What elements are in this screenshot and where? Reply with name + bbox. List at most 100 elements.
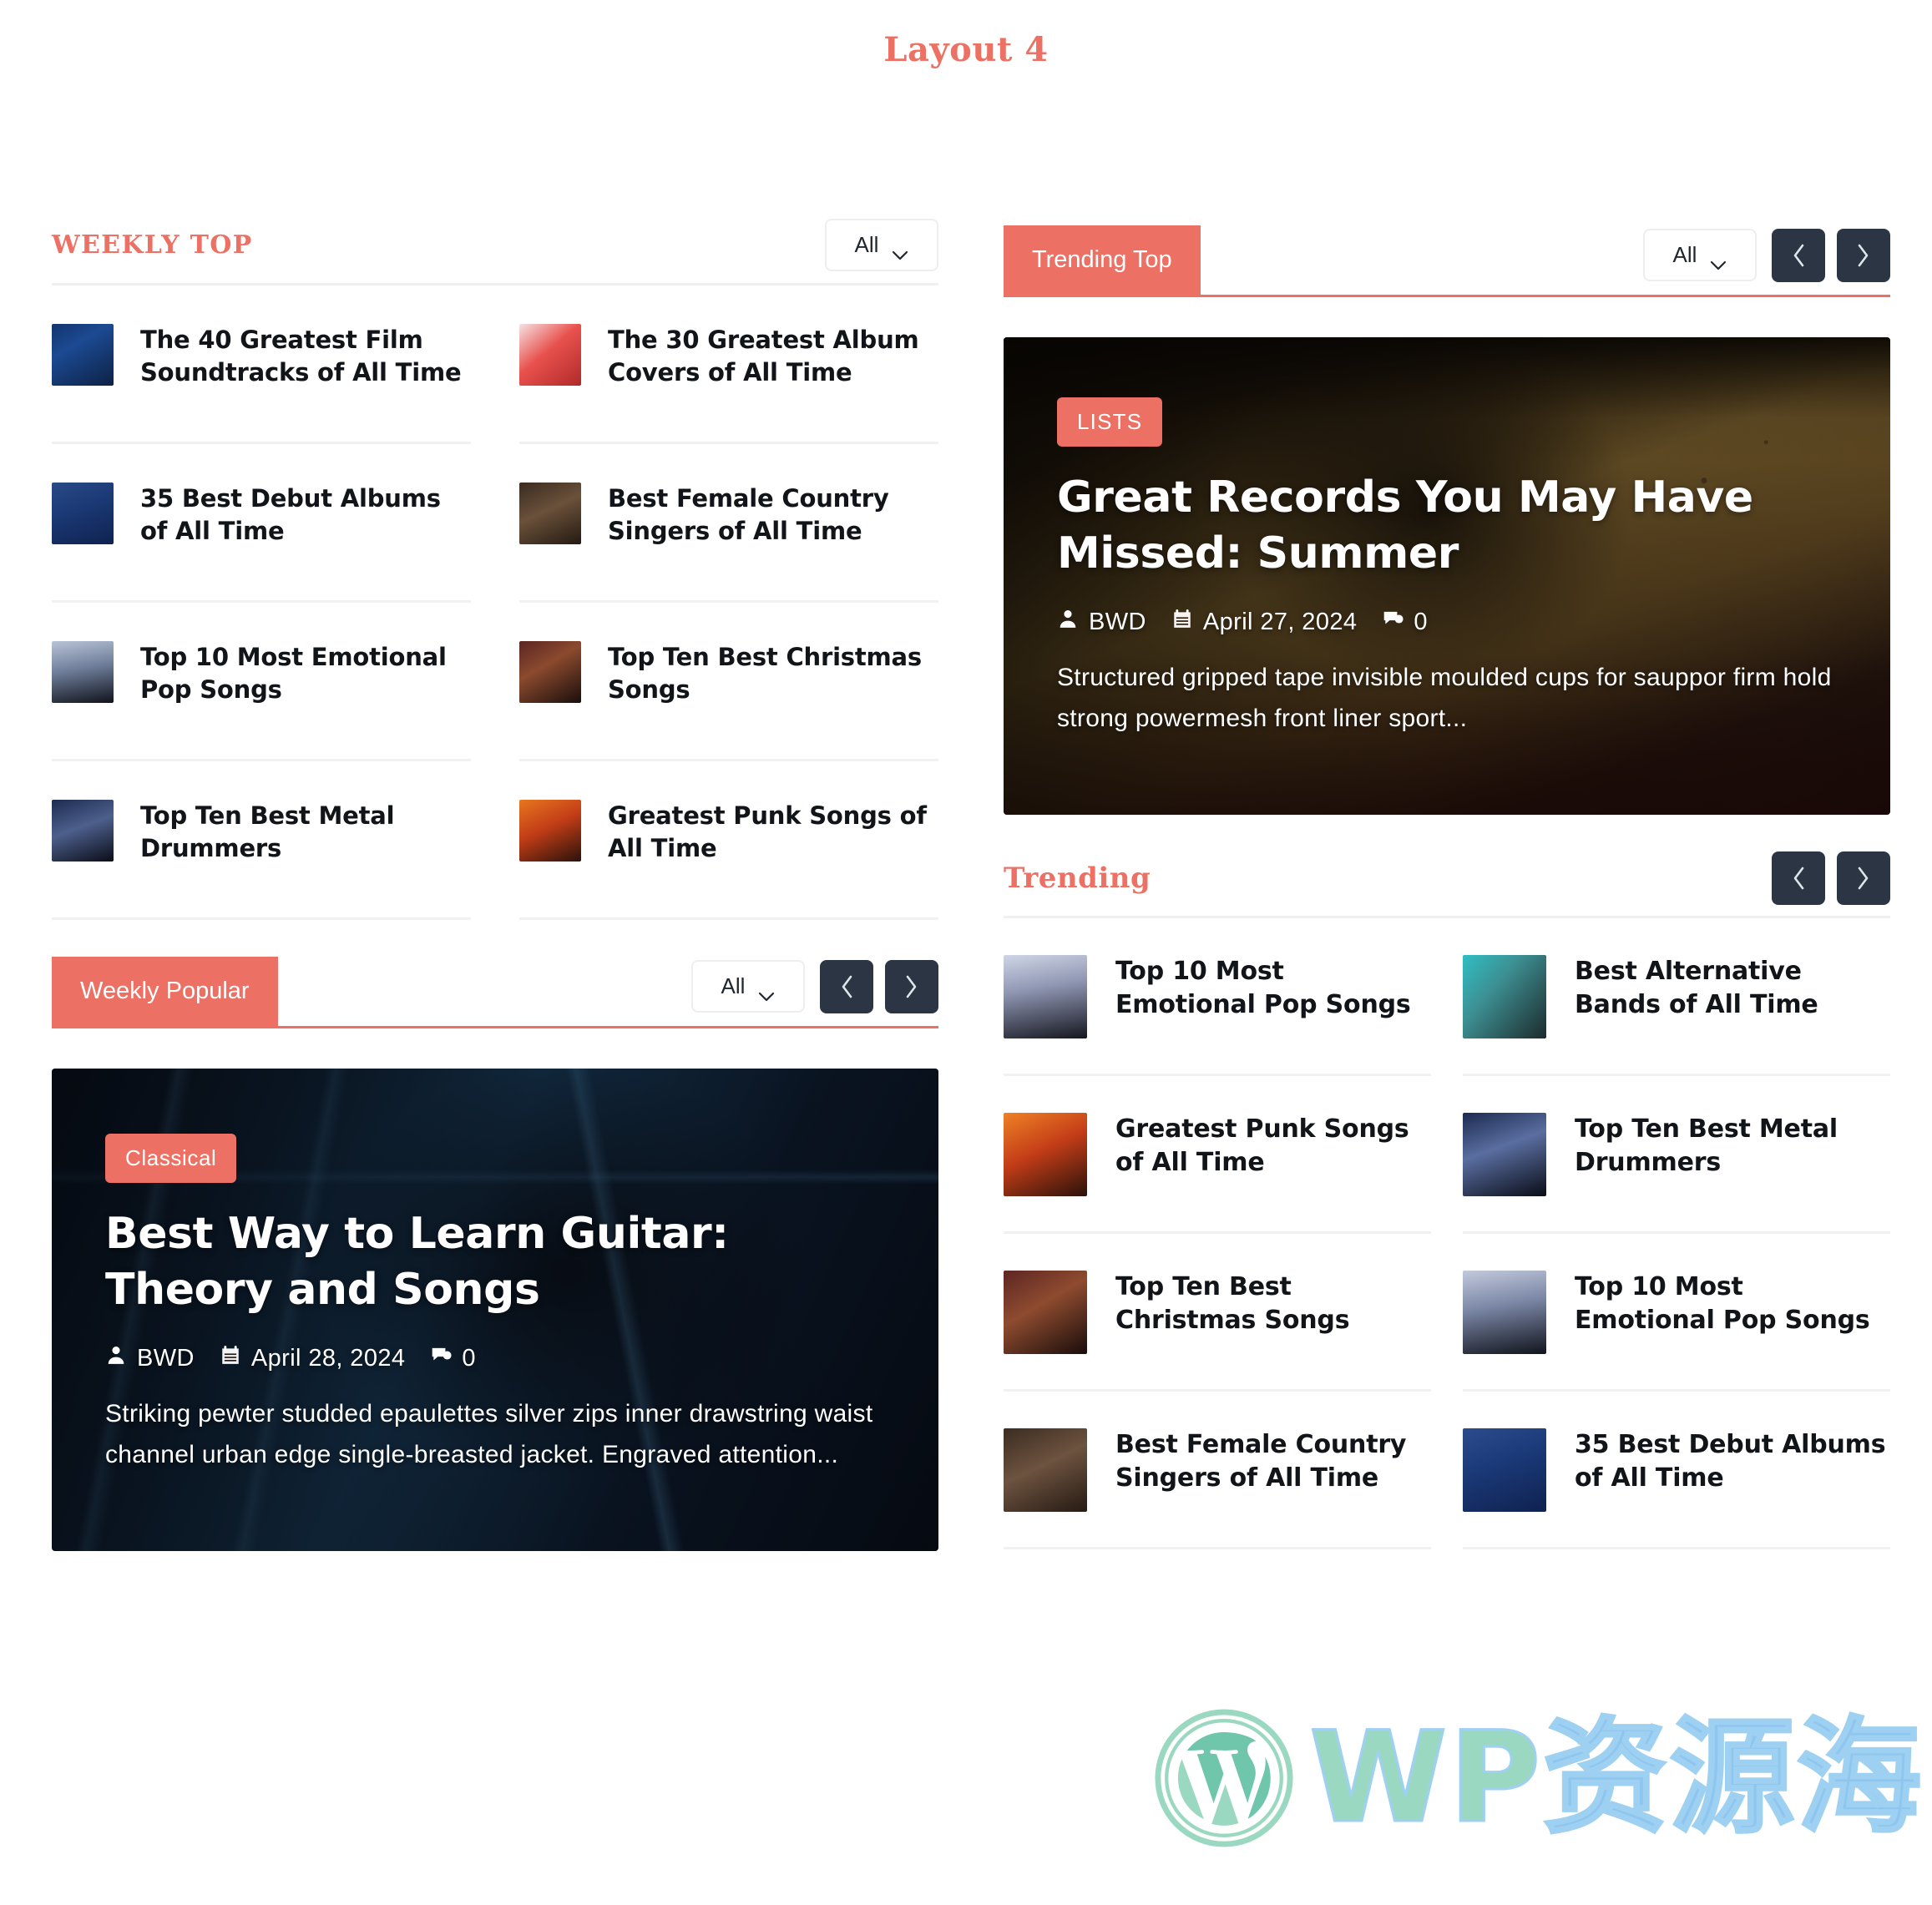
watermark-text: WP资源海 <box>1307 1715 1923 1842</box>
article-title: Top 10 Most Emotional Pop Songs <box>1575 1272 1870 1336</box>
watermark-cn: 资源海 <box>1541 1705 1924 1851</box>
hero-date: April 28, 2024 <box>220 1344 406 1372</box>
category-badge[interactable]: LISTS <box>1057 397 1163 447</box>
hero-date-text: April 28, 2024 <box>250 1344 406 1372</box>
article-thumbnail <box>1463 1271 1546 1354</box>
user-icon <box>105 1344 127 1372</box>
weekly-popular-prev-button[interactable] <box>820 959 873 1013</box>
trending-top-hero-card[interactable]: LISTS Great Records You May Have Missed:… <box>1004 337 1890 815</box>
trending-item[interactable]: Top Ten Best Christmas Songs <box>1004 1234 1431 1392</box>
weekly-popular-filter-value: All <box>721 973 746 998</box>
article-thumbnail <box>519 800 581 862</box>
trending-next-button[interactable] <box>1837 851 1890 905</box>
trending-item[interactable]: Best Alternative Bands of All Time <box>1463 918 1890 1076</box>
trending-header: Trending <box>1004 851 1890 918</box>
article-title: 35 Best Debut Albums of All Time <box>140 484 441 545</box>
article-thumbnail <box>52 483 114 544</box>
chevron-down-icon <box>1710 250 1727 270</box>
hero-meta: BWD April 28, 2024 0 <box>105 1344 885 1372</box>
article-thumbnail <box>52 641 114 703</box>
weekly-top-title: WEEKLY TOP <box>52 230 253 260</box>
weekly-top-grid: The 40 Greatest Film Soundtracks of All … <box>52 285 938 920</box>
article-thumbnail <box>52 800 114 862</box>
article-title: 35 Best Debut Albums of All Time <box>1575 1430 1886 1493</box>
hero-title[interactable]: Best Way to Learn Guitar: Theory and Son… <box>105 1206 885 1317</box>
article-title: Greatest Punk Songs of All Time <box>1115 1114 1409 1178</box>
hero-author: BWD <box>105 1344 195 1372</box>
weekly-popular-header: Weekly Popular All <box>52 957 938 1028</box>
article-title: Top 10 Most Emotional Pop Songs <box>140 643 447 704</box>
trending-item[interactable]: Best Female Country Singers of All Time <box>1004 1392 1431 1549</box>
trending-prev-button[interactable] <box>1772 851 1825 905</box>
trending-grid: Top 10 Most Emotional Pop Songs Best Alt… <box>1004 918 1890 1549</box>
trending-top-filter-select[interactable]: All <box>1643 229 1757 281</box>
weekly-popular-next-button[interactable] <box>885 959 938 1013</box>
page-root: Layout 4 WEEKLY TOP All The 40 Greatest … <box>0 0 1932 1905</box>
watermark-wp: WP <box>1307 1705 1543 1851</box>
trending-item[interactable]: 35 Best Debut Albums of All Time <box>1463 1392 1890 1549</box>
article-title: Top Ten Best Christmas Songs <box>608 643 922 704</box>
article-thumbnail <box>1463 1428 1546 1512</box>
weekly-top-controls: All <box>825 219 938 271</box>
weekly-top-header: WEEKLY TOP All <box>52 219 938 285</box>
article-thumbnail <box>1004 1428 1087 1512</box>
hero-author-name: BWD <box>137 1344 195 1372</box>
calendar-icon <box>220 1344 241 1372</box>
article-title: The 30 Greatest Album Covers of All Time <box>608 326 919 387</box>
chevron-down-icon <box>892 240 908 260</box>
hero-excerpt: Structured gripped tape invisible moulde… <box>1057 664 1832 732</box>
page-title: Layout 4 <box>883 30 1049 69</box>
article-thumbnail <box>1463 1113 1546 1196</box>
hero-author-name: BWD <box>1089 608 1146 635</box>
article-thumbnail <box>1004 1113 1087 1196</box>
comment-icon <box>1382 608 1403 636</box>
trending-top-next-button[interactable] <box>1837 228 1890 282</box>
hero-content: LISTS Great Records You May Have Missed:… <box>1057 397 1837 739</box>
wordpress-logo-icon <box>1152 1706 1296 1850</box>
weekly-top-item[interactable]: Top 10 Most Emotional Pop Songs <box>52 603 471 761</box>
weekly-top-item[interactable]: The 40 Greatest Film Soundtracks of All … <box>52 285 471 444</box>
tab-weekly-popular[interactable]: Weekly Popular <box>52 957 278 1026</box>
article-thumbnail <box>519 483 581 544</box>
hero-content: Classical Best Way to Learn Guitar: Theo… <box>105 1134 885 1475</box>
calendar-icon <box>1171 608 1193 636</box>
weekly-top-item[interactable]: Best Female Country Singers of All Time <box>519 444 938 603</box>
trending-item[interactable]: Top 10 Most Emotional Pop Songs <box>1004 918 1431 1076</box>
comment-icon <box>430 1344 452 1372</box>
hero-comment-count: 0 <box>1414 608 1428 635</box>
hero-date: April 27, 2024 <box>1171 608 1358 636</box>
tab-trending-top[interactable]: Trending Top <box>1004 225 1201 295</box>
trending-top-prev-button[interactable] <box>1772 228 1825 282</box>
hero-comments: 0 <box>430 1344 476 1372</box>
trending-title: Trending <box>1004 861 1151 895</box>
weekly-popular-filter-select[interactable]: All <box>691 960 805 1013</box>
trending-item[interactable]: Top Ten Best Metal Drummers <box>1463 1076 1890 1234</box>
category-badge[interactable]: Classical <box>105 1134 237 1183</box>
weekly-top-item[interactable]: 35 Best Debut Albums of All Time <box>52 444 471 603</box>
trending-item[interactable]: Greatest Punk Songs of All Time <box>1004 1076 1431 1234</box>
article-title: Top 10 Most Emotional Pop Songs <box>1115 957 1411 1020</box>
trending-top-filter-value: All <box>1672 242 1697 267</box>
article-thumbnail <box>1004 955 1087 1038</box>
article-title: Top Ten Best Metal Drummers <box>1575 1114 1838 1178</box>
article-title: Best Female Country Singers of All Time <box>1115 1430 1407 1493</box>
weekly-top-item[interactable]: Top Ten Best Metal Drummers <box>52 761 471 920</box>
trending-controls <box>1772 851 1890 905</box>
article-thumbnail <box>519 641 581 703</box>
weekly-top-filter-select[interactable]: All <box>825 219 938 271</box>
weekly-top-item[interactable]: Greatest Punk Songs of All Time <box>519 761 938 920</box>
trending-item[interactable]: Top 10 Most Emotional Pop Songs <box>1463 1234 1890 1392</box>
article-thumbnail <box>1463 955 1546 1038</box>
article-title: Greatest Punk Songs of All Time <box>608 801 927 862</box>
weekly-popular-hero-card[interactable]: Classical Best Way to Learn Guitar: Theo… <box>52 1069 938 1551</box>
watermark: WP资源海 <box>1152 1674 1929 1882</box>
trending-top-header: Trending Top All <box>1004 225 1890 297</box>
article-title: Top Ten Best Christmas Songs <box>1115 1272 1350 1336</box>
article-thumbnail <box>1004 1271 1087 1354</box>
weekly-top-item[interactable]: The 30 Greatest Album Covers of All Time <box>519 285 938 444</box>
hero-date-text: April 27, 2024 <box>1202 608 1358 635</box>
weekly-top-item[interactable]: Top Ten Best Christmas Songs <box>519 603 938 761</box>
left-column: WEEKLY TOP All The 40 Greatest Film Soun… <box>52 219 938 1551</box>
weekly-top-filter-value: All <box>854 232 879 257</box>
hero-title[interactable]: Great Records You May Have Missed: Summe… <box>1057 470 1837 581</box>
